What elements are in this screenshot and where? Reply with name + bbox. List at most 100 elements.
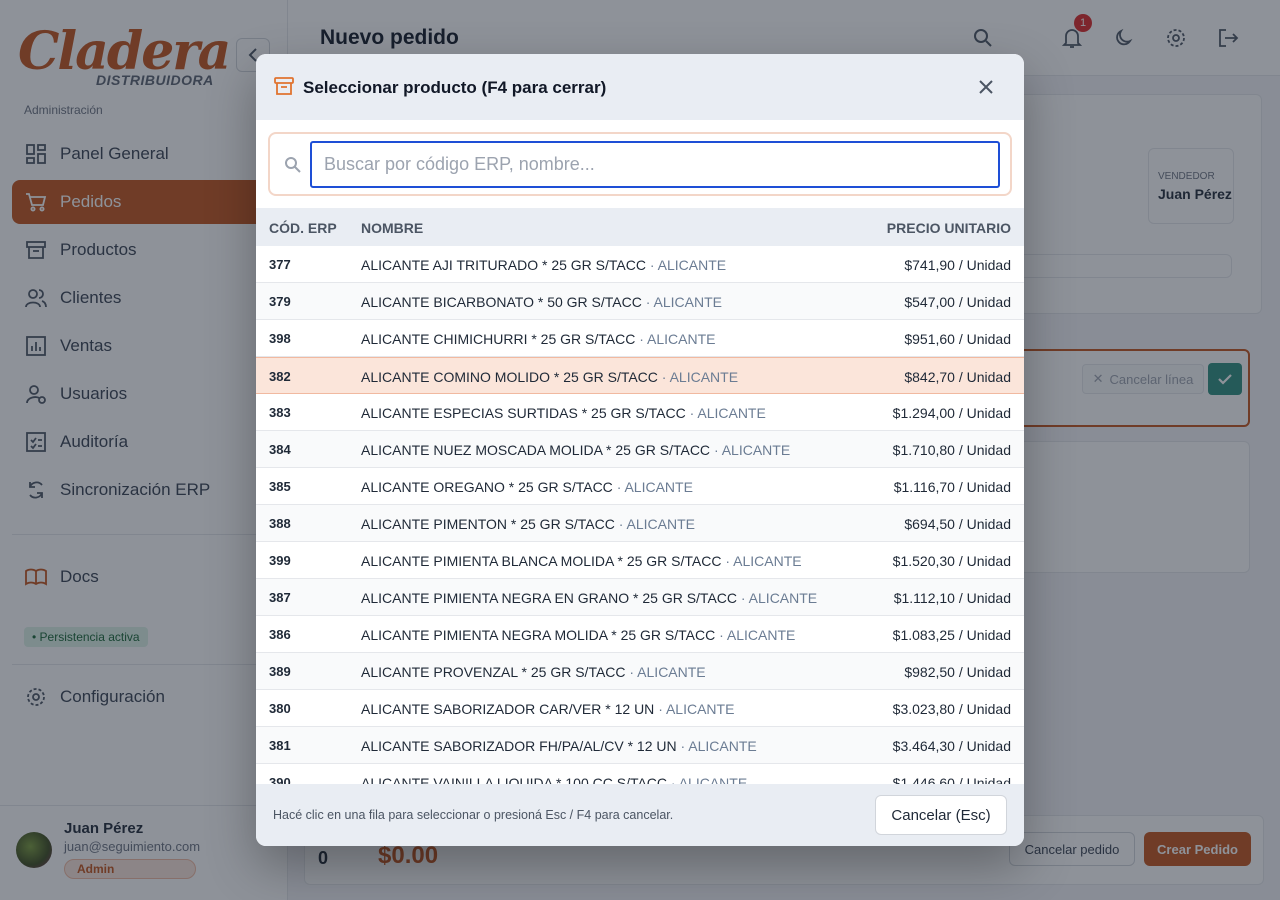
- product-code: 383: [269, 405, 291, 420]
- product-brand: · ALICANTE: [680, 738, 757, 754]
- product-price: $982,50 / Unidad: [904, 664, 1011, 680]
- product-name: ALICANTE VAINILLA LIQUIDA * 100 CC S/TAC…: [361, 775, 668, 784]
- product-name-cell: ALICANTE SABORIZADOR CAR/VER * 12 UN · A…: [361, 701, 734, 717]
- modal-header: Seleccionar producto (F4 para cerrar): [256, 54, 1024, 120]
- product-code: 377: [269, 257, 291, 272]
- product-price: $694,50 / Unidad: [904, 516, 1011, 532]
- table-row[interactable]: 398 ALICANTE CHIMICHURRI * 25 GR S/TACC ·…: [256, 320, 1024, 357]
- product-name-cell: ALICANTE AJI TRITURADO * 25 GR S/TACC · …: [361, 257, 726, 273]
- product-brand: · ALICANTE: [616, 479, 693, 495]
- product-brand: · ALICANTE: [658, 701, 735, 717]
- product-name-cell: ALICANTE PIMIENTA NEGRA EN GRANO * 25 GR…: [361, 590, 817, 606]
- product-brand: · ALICANTE: [670, 775, 748, 784]
- product-brand: · ALICANTE: [689, 405, 766, 421]
- product-select-modal: Seleccionar producto (F4 para cerrar) CÓ…: [256, 54, 1024, 846]
- product-brand: · ALICANTE: [719, 627, 796, 643]
- modal-title: Seleccionar producto (F4 para cerrar): [303, 78, 607, 97]
- product-price: $3.464,30 / Unidad: [892, 738, 1011, 754]
- product-brand: · ALICANTE: [725, 553, 802, 569]
- product-price: $1.112,10 / Unidad: [893, 590, 1011, 606]
- product-name: ALICANTE PIMENTON * 25 GR S/TACC: [361, 516, 615, 532]
- product-code: 384: [269, 442, 291, 457]
- product-price: $842,70 / Unidad: [904, 369, 1011, 385]
- product-name-cell: ALICANTE VAINILLA LIQUIDA * 100 CC S/TAC…: [361, 775, 747, 784]
- table-row[interactable]: 387 ALICANTE PIMIENTA NEGRA EN GRANO * 25…: [256, 579, 1024, 616]
- product-code: 389: [269, 664, 291, 679]
- product-name-cell: ALICANTE COMINO MOLIDO * 25 GR S/TACC · …: [361, 369, 738, 385]
- table-header: CÓD. ERP NOMBRE PRECIO UNITARIO: [256, 208, 1024, 246]
- table-row[interactable]: 382 ALICANTE COMINO MOLIDO * 25 GR S/TACC…: [256, 357, 1024, 394]
- search-icon: [284, 156, 302, 174]
- table-row[interactable]: 389 ALICANTE PROVENZAL * 25 GR S/TACC · A…: [256, 653, 1024, 690]
- product-brand: · ALICANTE: [618, 516, 696, 532]
- column-header-price: PRECIO UNITARIO: [886, 220, 1011, 236]
- product-code: 387: [269, 590, 291, 605]
- table-row[interactable]: 399 ALICANTE PIMIENTA BLANCA MOLIDA * 25 …: [256, 542, 1024, 579]
- product-name-cell: ALICANTE PROVENZAL * 25 GR S/TACC · ALIC…: [361, 664, 706, 680]
- product-name-cell: ALICANTE CHIMICHURRI * 25 GR S/TACC · AL…: [361, 331, 715, 347]
- table-row[interactable]: 385 ALICANTE OREGANO * 25 GR S/TACC · ALI…: [256, 468, 1024, 505]
- product-name-cell: ALICANTE OREGANO * 25 GR S/TACC · ALICAN…: [361, 479, 693, 495]
- product-code: 390: [269, 775, 291, 784]
- product-name: ALICANTE PIMIENTA NEGRA MOLIDA * 25 GR S…: [361, 627, 716, 643]
- table-row[interactable]: 384 ALICANTE NUEZ MOSCADA MOLIDA * 25 GR …: [256, 431, 1024, 468]
- product-code: 398: [269, 331, 291, 346]
- table-row[interactable]: 377 ALICANTE AJI TRITURADO * 25 GR S/TACC…: [256, 246, 1024, 283]
- table-row[interactable]: 390 ALICANTE VAINILLA LIQUIDA * 100 CC S/…: [256, 764, 1024, 784]
- product-name: ALICANTE AJI TRITURADO * 25 GR S/TACC: [361, 257, 646, 273]
- product-brand: · ALICANTE: [661, 369, 739, 385]
- product-name: ALICANTE PIMIENTA NEGRA EN GRANO * 25 GR…: [361, 590, 738, 606]
- product-brand: · ALICANTE: [639, 331, 716, 347]
- product-price: $1.710,80 / Unidad: [892, 442, 1011, 458]
- product-price: $951,60 / Unidad: [904, 331, 1011, 347]
- product-code: 386: [269, 627, 291, 642]
- product-name: ALICANTE BICARBONATO * 50 GR S/TACC: [361, 294, 642, 310]
- table-row[interactable]: 388 ALICANTE PIMENTON * 25 GR S/TACC · AL…: [256, 505, 1024, 542]
- product-name: ALICANTE PROVENZAL * 25 GR S/TACC: [361, 664, 626, 680]
- product-code: 382: [269, 369, 291, 384]
- table-row[interactable]: 379 ALICANTE BICARBONATO * 50 GR S/TACC ·…: [256, 283, 1024, 320]
- close-icon[interactable]: [974, 75, 998, 99]
- cancel-modal-button[interactable]: Cancelar (Esc): [875, 795, 1007, 835]
- product-name: ALICANTE OREGANO * 25 GR S/TACC: [361, 479, 613, 495]
- product-name-cell: ALICANTE NUEZ MOSCADA MOLIDA * 25 GR S/T…: [361, 442, 790, 458]
- product-code: 380: [269, 701, 291, 716]
- product-code: 381: [269, 738, 291, 753]
- product-name: ALICANTE NUEZ MOSCADA MOLIDA * 25 GR S/T…: [361, 442, 711, 458]
- search-box: [268, 132, 1012, 196]
- table-row[interactable]: 383 ALICANTE ESPECIAS SURTIDAS * 25 GR S/…: [256, 394, 1024, 431]
- product-code: 385: [269, 479, 291, 494]
- product-name-cell: ALICANTE PIMIENTA NEGRA MOLIDA * 25 GR S…: [361, 627, 795, 643]
- product-code: 399: [269, 553, 291, 568]
- table-row[interactable]: 386 ALICANTE PIMIENTA NEGRA MOLIDA * 25 G…: [256, 616, 1024, 653]
- product-brand: · ALICANTE: [629, 664, 706, 680]
- column-header-code: CÓD. ERP: [269, 220, 337, 236]
- product-price: $1.520,30 / Unidad: [892, 553, 1011, 569]
- column-header-name: NOMBRE: [361, 220, 424, 236]
- product-search-input[interactable]: [310, 141, 1000, 188]
- product-brand: · ALICANTE: [713, 442, 791, 458]
- product-price: $1.294,00 / Unidad: [892, 405, 1011, 421]
- table-row[interactable]: 381 ALICANTE SABORIZADOR FH/PA/AL/CV * 12…: [256, 727, 1024, 764]
- product-code: 388: [269, 516, 291, 531]
- product-price: $741,90 / Unidad: [904, 257, 1011, 273]
- product-name: ALICANTE COMINO MOLIDO * 25 GR S/TACC: [361, 369, 658, 385]
- product-price: $3.023,80 / Unidad: [892, 701, 1011, 717]
- product-brand: · ALICANTE: [645, 294, 722, 310]
- product-table-body: 377 ALICANTE AJI TRITURADO * 25 GR S/TACC…: [256, 246, 1024, 784]
- product-name-cell: ALICANTE PIMENTON * 25 GR S/TACC · ALICA…: [361, 516, 695, 532]
- product-price: $1.083,25 / Unidad: [892, 627, 1011, 643]
- table-row[interactable]: 380 ALICANTE SABORIZADOR CAR/VER * 12 UN …: [256, 690, 1024, 727]
- product-name-cell: ALICANTE BICARBONATO * 50 GR S/TACC · AL…: [361, 294, 722, 310]
- product-price: $1.446,60 / Unidad: [892, 775, 1011, 784]
- product-name: ALICANTE SABORIZADOR FH/PA/AL/CV * 12 UN: [361, 738, 677, 754]
- archive-icon: [274, 76, 294, 96]
- modal-footer: Hacé clic en una fila para seleccionar o…: [256, 784, 1024, 846]
- product-name: ALICANTE ESPECIAS SURTIDAS * 25 GR S/TAC…: [361, 405, 686, 421]
- product-price: $547,00 / Unidad: [904, 294, 1011, 310]
- footer-hint: Hacé clic en una fila para seleccionar o…: [273, 808, 674, 822]
- product-name-cell: ALICANTE PIMIENTA BLANCA MOLIDA * 25 GR …: [361, 553, 802, 569]
- product-name: ALICANTE CHIMICHURRI * 25 GR S/TACC: [361, 331, 636, 347]
- product-name: ALICANTE SABORIZADOR CAR/VER * 12 UN: [361, 701, 655, 717]
- product-price: $1.116,70 / Unidad: [893, 479, 1011, 495]
